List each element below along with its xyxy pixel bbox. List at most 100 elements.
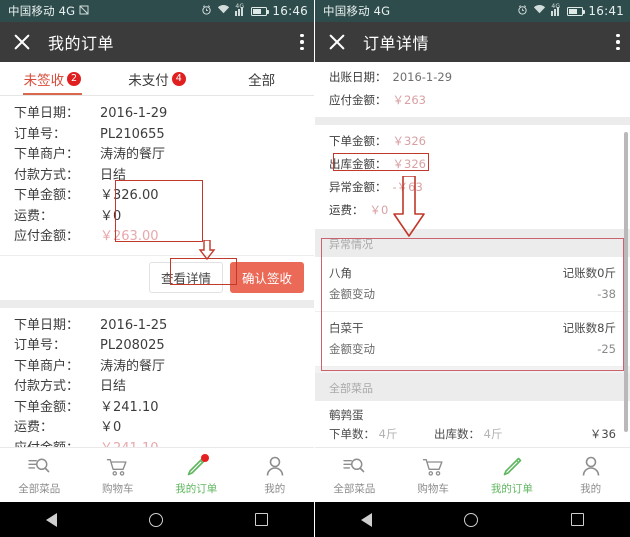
view-detail-button[interactable]: 查看详情 <box>148 261 223 293</box>
app-bar-left: 我的订单 <box>0 22 314 62</box>
signal-4g-icon: 4G <box>551 3 562 16</box>
cart-icon <box>422 455 445 477</box>
kebab-menu-icon[interactable] <box>300 33 304 51</box>
exception-item-header: 白菜干 记账数8斤 <box>329 318 616 338</box>
alarm-icon <box>201 4 212 18</box>
exception-item[interactable]: 白菜干 记账数8斤 金额变动 -25 <box>315 312 630 367</box>
detail-row-shipping: 运费： ￥0 <box>315 199 630 222</box>
label: 出库数： <box>434 427 480 441</box>
tab-all-label: 全部 <box>248 72 276 89</box>
back-triangle-icon[interactable] <box>361 512 373 527</box>
dish-meta: 下单数： 4斤 出库数： 4斤 ￥36 <box>329 424 616 444</box>
value: ￥263.00 <box>100 229 159 244</box>
tabbar-item-cart[interactable]: 购物车 <box>394 448 473 502</box>
exception-item-name: 八角 <box>329 266 352 280</box>
recents-square-icon[interactable] <box>255 513 268 526</box>
home-circle-icon[interactable] <box>149 512 163 527</box>
tabbar-item-profile[interactable]: 我的 <box>236 448 315 502</box>
value: PL208025 <box>100 338 165 353</box>
tab-unpaid[interactable]: 未支付 4 <box>105 62 210 95</box>
sim-icon <box>79 4 89 18</box>
order-detail-scroll[interactable]: 出账日期： 2016-1-29 应付金额： ￥263 下单金额： ￥326 出库… <box>315 62 630 482</box>
tabbar-item-all-dishes[interactable]: 全部菜品 <box>0 448 79 502</box>
order-list[interactable]: 下单日期： 2016-1-29 订单号： PL210655 下单商户： 涛涛的餐… <box>0 96 314 482</box>
label: 下单商户： <box>14 147 80 162</box>
order-card[interactable]: 下单日期： 2016-1-25 订单号： PL208025 下单商户： 涛涛的餐… <box>0 307 314 459</box>
tabbar-label: 我的 <box>264 482 286 495</box>
label: 下单商户： <box>14 358 80 374</box>
dishes-section-title: 全部菜品 <box>315 373 630 401</box>
dish-name: 鹌鹑蛋 <box>329 408 364 422</box>
dish-order-count: 下单数： 4斤 <box>329 424 434 444</box>
confirm-receipt-button[interactable]: 确认签收 <box>229 261 304 293</box>
detail-row-exception-amount: 异常金额： -￥63 <box>315 176 630 199</box>
exception-item-header: 八角 记账数0斤 <box>329 263 616 283</box>
pencil-icon <box>185 453 210 477</box>
wifi-icon <box>217 4 230 18</box>
tabbar-item-my-orders[interactable]: 我的订单 <box>157 448 236 502</box>
exception-change-value: -38 <box>597 287 616 301</box>
value: ￥0 <box>100 208 122 224</box>
clock-label: 16:41 <box>588 4 624 18</box>
order-card[interactable]: 下单日期： 2016-1-29 订单号： PL210655 下单商户： 涛涛的餐… <box>0 96 314 300</box>
order-row-amount: 下单金额： ￥241.10 <box>0 398 314 419</box>
value: 日结 <box>100 379 127 394</box>
wifi-icon <box>533 4 546 18</box>
tabbar-label: 我的订单 <box>490 482 533 495</box>
order-row-shipping: 运费： ￥0 <box>0 418 314 439</box>
status-bar-right: 中国移动 4G 4G 16:41 <box>315 0 630 22</box>
tab-unsigned[interactable]: 未签收 2 <box>0 62 105 95</box>
person-icon <box>265 455 285 477</box>
tabbar-item-all-dishes[interactable]: 全部菜品 <box>315 448 394 502</box>
phone-right-order-detail: 中国移动 4G 4G 16:41 订单详情 出账日期： 2016-1-29 应付… <box>315 0 630 537</box>
order-row-payable: 应付金额： ￥263.00 <box>0 227 314 248</box>
close-icon[interactable] <box>327 32 347 52</box>
dual-phone-screenshot: 中国移动 4G 4G 16:46 我的订单 未签收 2 未支付 4 全部 下单日… <box>0 0 630 537</box>
tab-all[interactable]: 全部 <box>209 62 314 95</box>
back-triangle-icon[interactable] <box>46 512 57 527</box>
tabbar-label: 购物车 <box>102 482 134 495</box>
tab-unpaid-badge: 4 <box>171 71 186 86</box>
kebab-menu-icon[interactable] <box>616 33 620 51</box>
app-bar-right: 订单详情 <box>315 22 630 62</box>
pencil-icon <box>501 455 523 477</box>
tabbar-label: 全部菜品 <box>333 482 376 495</box>
detail-row-payable: 应付金额： ￥263 <box>315 89 630 112</box>
home-circle-icon[interactable] <box>464 512 479 527</box>
exception-change-label: 金额变动 <box>329 342 375 356</box>
tabbar-item-cart[interactable]: 购物车 <box>79 448 158 502</box>
exception-item-name: 白菜干 <box>329 321 364 335</box>
exception-item[interactable]: 八角 记账数0斤 金额变动 -38 <box>315 257 630 312</box>
detail-row-order-amount: 下单金额： ￥326 <box>315 130 630 153</box>
tabbar-label: 购物车 <box>417 482 449 495</box>
tab-unpaid-label: 未支付 <box>128 72 169 89</box>
value: PL210655 <box>100 126 165 142</box>
order-row-amount: 下单金额： ￥326.00 <box>0 186 314 207</box>
exception-item-qty: 记账数0斤 <box>562 266 616 280</box>
order-row-shipping: 运费： ￥0 <box>0 207 314 228</box>
exception-change-label: 金额变动 <box>329 287 375 301</box>
bottom-tabbar-right: 全部菜品 购物车 我的订单 我的 <box>315 447 630 502</box>
status-bar-left: 中国移动 4G 4G 16:46 <box>0 0 314 22</box>
recents-square-icon[interactable] <box>570 513 584 526</box>
order-row-payment: 付款方式： 日结 <box>0 377 314 398</box>
tabbar-label: 我的 <box>580 482 602 495</box>
dish-item[interactable]: 鹌鹑蛋 下单数： 4斤 出库数： 4斤 ￥36 <box>315 401 630 450</box>
tabbar-item-profile[interactable]: 我的 <box>551 448 630 502</box>
cart-icon <box>106 455 129 477</box>
battery-icon <box>567 6 586 16</box>
tabbar-item-my-orders[interactable]: 我的订单 <box>473 448 552 502</box>
carrier-label: 中国移动 4G <box>8 4 76 18</box>
android-navbar-right <box>315 502 630 537</box>
vertical-scrollbar[interactable] <box>624 132 628 432</box>
label: 下单金额： <box>14 188 80 203</box>
list-search-icon <box>28 455 50 477</box>
order-row-number: 订单号： PL208025 <box>0 336 314 357</box>
value: 4斤 <box>378 427 398 441</box>
label: 运费： <box>14 208 54 224</box>
close-icon[interactable] <box>12 32 32 52</box>
label: 运费： <box>14 420 54 435</box>
value: 2016-1-29 <box>100 106 168 121</box>
bottom-tabbar-left: 全部菜品 购物车 我的订单 我的 <box>0 447 314 502</box>
list-search-icon <box>343 455 365 477</box>
